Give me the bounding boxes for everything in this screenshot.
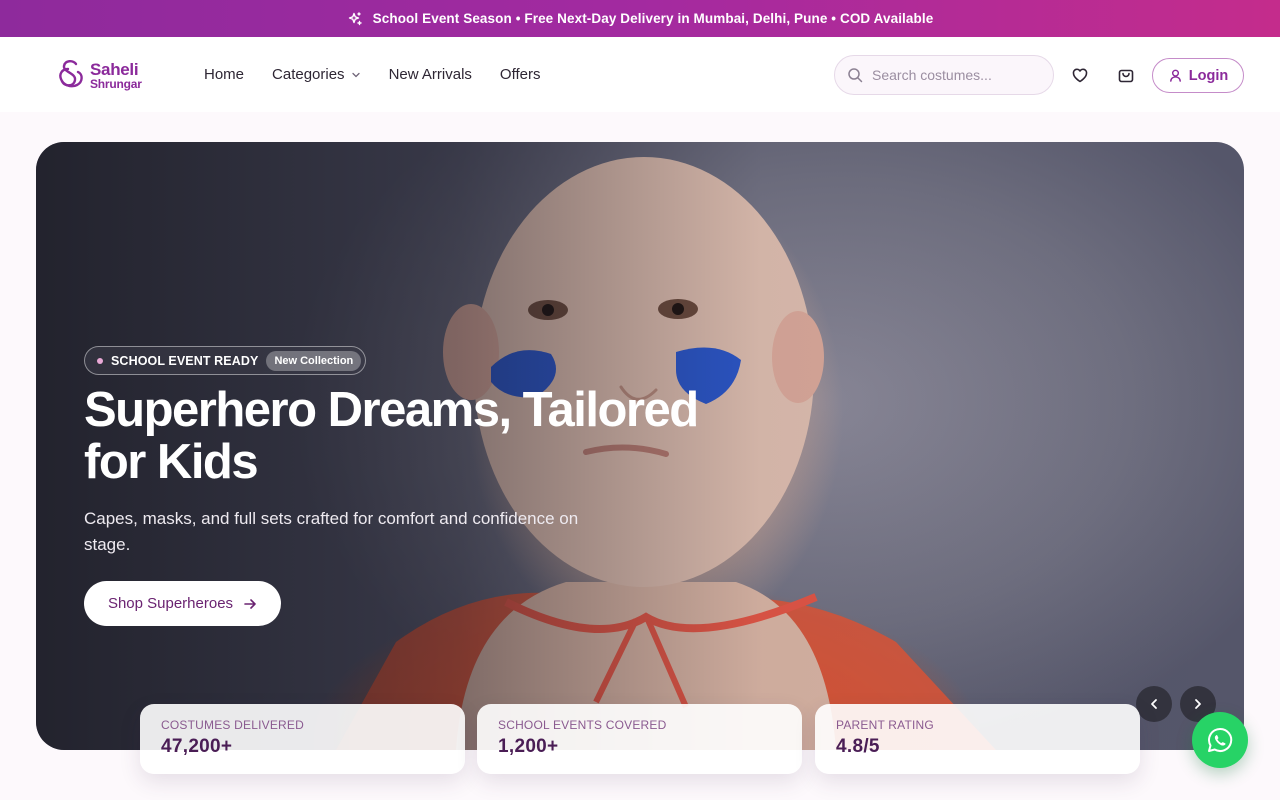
brand-name: Saheli — [90, 59, 139, 79]
whatsapp-button[interactable] — [1192, 712, 1248, 768]
chevron-left-icon — [1151, 699, 1157, 709]
cart-button[interactable] — [1114, 63, 1138, 87]
nav-home[interactable]: Home — [204, 66, 244, 83]
hero-banner: SCHOOL EVENT READY New Collection Superh… — [36, 142, 1244, 750]
stat-value: 1,200+ — [498, 736, 559, 757]
badge-pill: New Collection — [266, 350, 362, 371]
search-input[interactable] — [872, 67, 1042, 83]
chevron-right-icon — [1195, 699, 1201, 709]
site-header: Saheli Shrungar Home Categories New Arri… — [0, 37, 1280, 112]
badge-dot — [97, 357, 103, 364]
stat-label: SCHOOL EVENTS COVERED — [498, 718, 667, 732]
login-label: Login — [1188, 67, 1229, 84]
cta-label: Shop Superheroes — [107, 595, 234, 612]
nav-new-arrivals[interactable]: New Arrivals — [389, 66, 472, 83]
heart-icon — [1072, 68, 1088, 83]
stat-value: 4.8/5 — [836, 736, 880, 757]
stat-card: COSTUMES DELIVERED 47,200+ — [140, 704, 465, 774]
logo-mark-icon — [59, 60, 83, 88]
chevron-down-icon — [351, 72, 360, 77]
sparkle-icon — [347, 11, 363, 27]
nav-categories[interactable]: Categories — [272, 66, 361, 83]
stat-label: PARENT RATING — [836, 718, 934, 732]
search-icon — [848, 68, 863, 83]
wishlist-button[interactable] — [1068, 63, 1092, 87]
announcement-text: School Event Season • Free Next-Day Deli… — [372, 11, 934, 26]
nav-offers[interactable]: Offers — [500, 66, 541, 83]
user-icon — [1169, 69, 1181, 82]
hero-badge: SCHOOL EVENT READY New Collection — [84, 346, 367, 375]
hero-title: Superhero Dreams, Tailored for Kids — [84, 383, 699, 489]
stat-value: 47,200+ — [161, 736, 233, 757]
login-button[interactable]: Login — [1152, 58, 1244, 93]
shop-superheroes-button[interactable]: Shop Superheroes — [84, 581, 281, 626]
nav-categories-label: Categories — [272, 66, 345, 83]
stat-label: COSTUMES DELIVERED — [161, 718, 304, 732]
carousel-prev-button[interactable] — [1136, 686, 1172, 722]
announcement-bar: School Event Season • Free Next-Day Deli… — [0, 0, 1280, 37]
stat-card: SCHOOL EVENTS COVERED 1,200+ — [477, 704, 802, 774]
hero-subtitle: Capes, masks, and full sets crafted for … — [84, 509, 579, 554]
brand-logo[interactable]: Saheli Shrungar — [54, 56, 142, 94]
badge-label: SCHOOL EVENT READY — [111, 353, 259, 368]
shopping-bag-icon — [1118, 69, 1134, 83]
brand-subname: Shrungar — [90, 76, 142, 91]
search-box — [834, 55, 1054, 95]
arrow-right-icon — [244, 598, 256, 609]
main-nav: Home Categories New Arrivals Offers — [204, 37, 569, 112]
stat-card: PARENT RATING 4.8/5 — [815, 704, 1140, 774]
whatsapp-icon — [1208, 727, 1233, 752]
